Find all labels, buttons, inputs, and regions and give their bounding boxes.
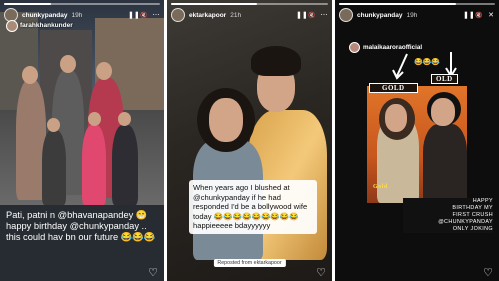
mute-icon[interactable]: 🔇 (475, 12, 483, 19)
story-caption: HAPPY BIRTHDAY MY FIRST CRUSH @CHUNKYPAN… (403, 198, 493, 233)
pause-icon[interactable]: ❚❚ (296, 11, 308, 19)
username[interactable]: chunkypanday (22, 12, 68, 19)
timestamp: 21h (230, 11, 242, 19)
heart-icon[interactable]: ♡ (483, 266, 493, 279)
caption-line: @CHUNKYPANDAY (403, 219, 493, 226)
arrow-down-left-icon (392, 53, 408, 80)
mute-icon[interactable]: 🔇 (140, 12, 148, 19)
caption-line: FIRST CRUSH (403, 212, 493, 219)
more-icon[interactable]: ⋯ (152, 11, 160, 19)
close-icon[interactable]: ✕ (487, 11, 495, 19)
man-hair (251, 46, 301, 76)
man (423, 124, 467, 203)
gold-badge: Gold (373, 184, 388, 190)
story-photo: Gold (367, 86, 467, 203)
heart-icon[interactable]: ♡ (316, 266, 326, 279)
story-header: ektarkapoor 21h ❚❚ 🔇 ⋯ (171, 8, 328, 22)
story-progress-bar (4, 3, 160, 5)
story-caption: When years ago I blushed at @chunkypanda… (189, 180, 317, 234)
story-progress-bar (339, 3, 495, 5)
story-caption: Pati, patni n @bhavanapandey 😁 happy bir… (6, 210, 156, 242)
story-progress-bar (171, 3, 328, 5)
child-head (118, 112, 131, 126)
laughing-emoji: 😂😂😂 (414, 59, 441, 66)
username[interactable]: chunkypanday (357, 12, 403, 19)
man-face (431, 98, 455, 126)
avatar[interactable] (171, 8, 185, 22)
tagged-username[interactable]: farahkhankunder (20, 22, 73, 29)
child (112, 125, 138, 205)
caption-line: HAPPY (403, 198, 493, 205)
gold-label: GOLD (369, 83, 418, 93)
person-head (60, 55, 76, 73)
child (42, 130, 66, 205)
more-icon[interactable]: ⋯ (320, 11, 328, 19)
caption-line: ONLY JOKING (403, 226, 493, 233)
pause-icon[interactable]: ❚❚ (463, 11, 475, 19)
tagged-avatar (6, 20, 18, 32)
story-panel-3[interactable]: chunkypanday 19h ❚❚ 🔇 ✕ malaikaaroraoffi… (335, 0, 499, 281)
old-label: OLD (431, 74, 458, 84)
woman-face (209, 98, 243, 142)
child (82, 125, 106, 205)
avatar[interactable] (339, 8, 353, 22)
story-panel-2[interactable]: ektarkapoor 21h ❚❚ 🔇 ⋯ When years ago I … (167, 0, 332, 281)
woman-face (385, 104, 407, 132)
story-header: chunkypanday 19h ❚❚ 🔇 ⋯ (4, 8, 160, 22)
mute-icon[interactable]: 🔇 (308, 12, 316, 19)
story-panel-1[interactable]: chunkypanday 19h ❚❚ 🔇 ⋯ farahkhankunder … (0, 0, 164, 281)
mention-avatar (349, 42, 360, 53)
mention-username[interactable]: malaikaaroraofficial (363, 44, 422, 51)
child-head (88, 112, 101, 126)
caption-line: BIRTHDAY MY (403, 205, 493, 212)
username[interactable]: ektarkapoor (189, 12, 226, 19)
timestamp: 19h (71, 11, 83, 19)
child-head (47, 118, 60, 132)
story-header: chunkypanday 19h ❚❚ 🔇 ✕ (339, 8, 495, 22)
person-head (22, 66, 38, 84)
mention-tag[interactable]: malaikaaroraofficial (349, 42, 422, 53)
person-head (96, 62, 112, 80)
pause-icon[interactable]: ❚❚ (128, 11, 140, 19)
reposted-from-label[interactable]: Reposted from ektarkapoor (213, 259, 286, 267)
timestamp: 19h (406, 11, 418, 19)
heart-icon[interactable]: ♡ (148, 266, 158, 279)
